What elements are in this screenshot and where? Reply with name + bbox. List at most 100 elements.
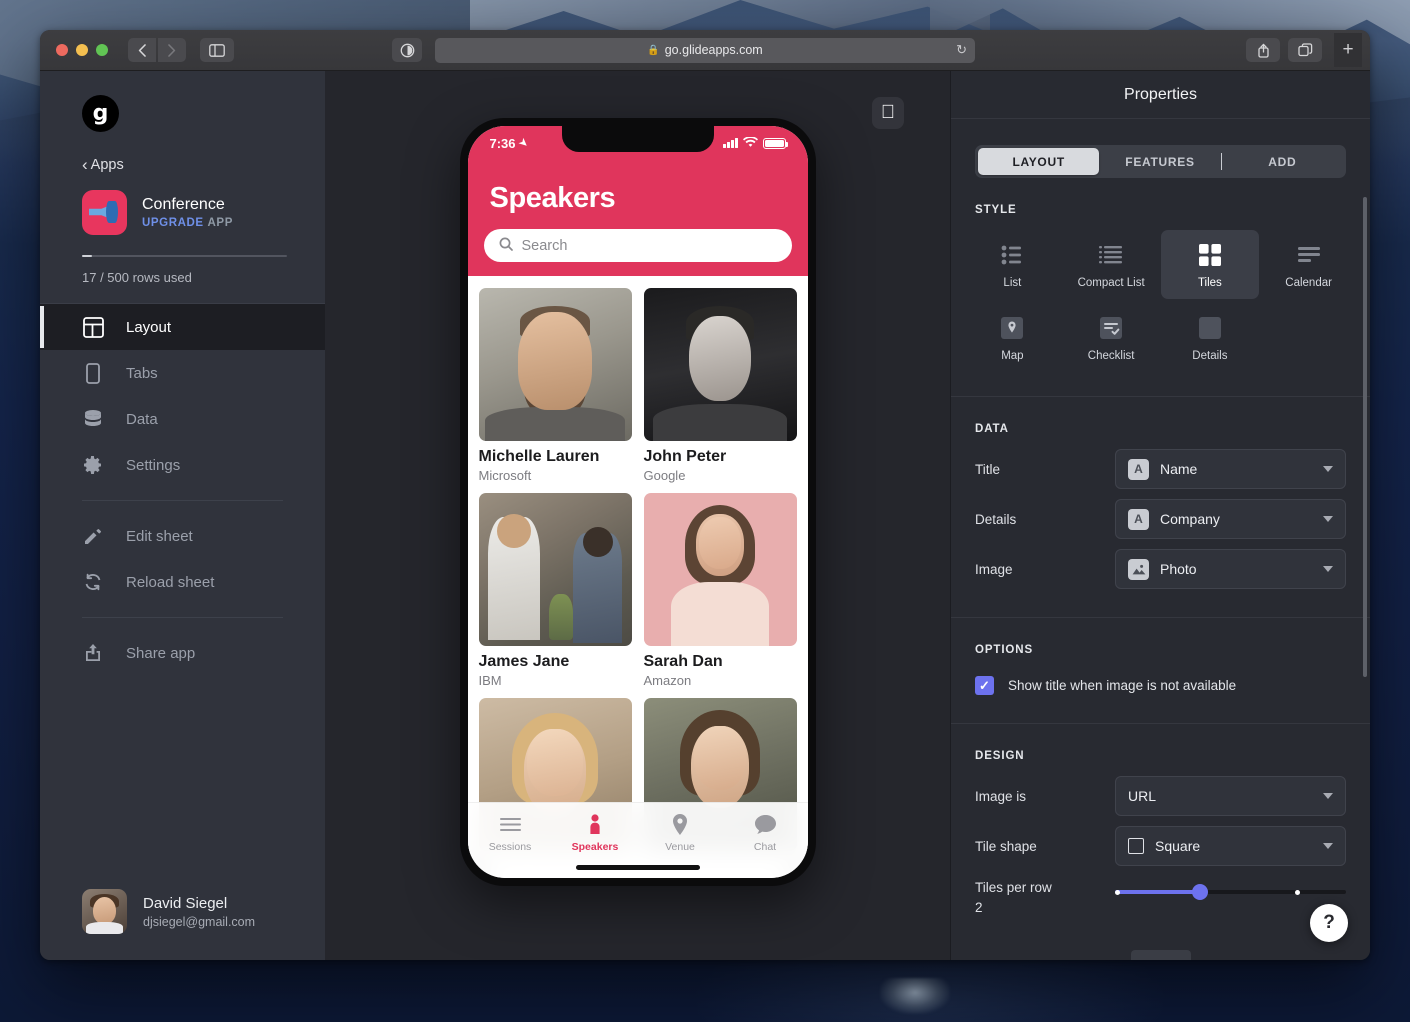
- tab-chat[interactable]: Chat: [723, 813, 808, 853]
- sidebar-item-edit-sheet[interactable]: Edit sheet: [40, 513, 325, 559]
- slider-value: 2: [975, 900, 1115, 915]
- list-item[interactable]: John Peter Google: [644, 288, 797, 483]
- refresh-icon: [82, 572, 104, 592]
- slider-handle[interactable]: [1192, 884, 1208, 900]
- details-icon: [1199, 315, 1221, 341]
- list-icon: [1001, 242, 1023, 268]
- image-is-select[interactable]: URL: [1115, 776, 1346, 816]
- window-controls: [56, 44, 108, 56]
- sidebar-item-label: Share app: [126, 645, 195, 662]
- upgrade-app-link[interactable]: UPGRADE APP: [142, 217, 233, 229]
- list-item[interactable]: Michelle Lauren Microsoft: [479, 288, 632, 483]
- style-option-checklist[interactable]: Checklist: [1062, 303, 1161, 372]
- close-window-button[interactable]: [56, 44, 68, 56]
- speaker-name: James Jane: [479, 653, 632, 671]
- tab-sessions[interactable]: Sessions: [468, 813, 553, 853]
- app-name: Conference: [142, 196, 233, 214]
- upgrade-word: UPGRADE: [142, 217, 204, 229]
- sidebar-item-data[interactable]: Data: [40, 396, 325, 442]
- slider-stop-min: [1115, 890, 1120, 895]
- current-app-row[interactable]: Conference UPGRADE APP: [82, 190, 325, 235]
- design-section-label: DESIGN: [975, 750, 1370, 762]
- browser-window: 🔒 go.glideapps.com ↻ + g ‹ Apps: [40, 30, 1370, 960]
- share-icon[interactable]: [1246, 38, 1280, 62]
- checklist-icon: [1100, 315, 1122, 341]
- list-item[interactable]: Sarah Dan Amazon: [644, 493, 797, 688]
- chevron-down-icon: [1323, 516, 1333, 522]
- panel-scrollbar[interactable]: [1363, 197, 1367, 677]
- section-divider-data-options: [951, 617, 1370, 618]
- apple-logo-icon[interactable]: : [872, 97, 904, 129]
- back-to-apps-link[interactable]: ‹ Apps: [82, 156, 325, 173]
- tiles-per-row-slider[interactable]: [1115, 890, 1346, 894]
- style-option-list[interactable]: List: [963, 230, 1062, 299]
- details-column-select[interactable]: A Company: [1115, 499, 1346, 539]
- style-options-grid: List Compact List Tiles: [963, 230, 1358, 372]
- slider-fill: [1115, 890, 1200, 894]
- text-column-icon: A: [1128, 459, 1149, 480]
- sidebar-toggle-icon[interactable]: [200, 38, 234, 62]
- image-column-select[interactable]: Photo: [1115, 549, 1346, 589]
- style-option-calendar[interactable]: Calendar: [1259, 230, 1358, 299]
- maximize-window-button[interactable]: [96, 44, 108, 56]
- style-option-label: List: [1003, 277, 1021, 289]
- minimize-window-button[interactable]: [76, 44, 88, 56]
- speaker-tiles-grid: Michelle Lauren Microsoft John Peter Goo…: [468, 276, 808, 858]
- tab-venue[interactable]: Venue: [638, 813, 723, 853]
- help-button[interactable]: ?: [1310, 904, 1348, 942]
- app-sidebar: g ‹ Apps Conference UPGRADE APP 17 /: [40, 71, 325, 960]
- address-bar[interactable]: 🔒 go.glideapps.com ↻: [435, 38, 975, 63]
- tab-speakers[interactable]: Speakers: [553, 813, 638, 853]
- reload-icon[interactable]: ↻: [956, 42, 967, 58]
- show-title-checkbox-row[interactable]: ✓ Show title when image is not available: [975, 676, 1346, 695]
- tiles-icon: [1199, 242, 1221, 268]
- sidebar-item-tabs[interactable]: Tabs: [40, 350, 325, 396]
- user-profile-row[interactable]: David Siegel djsiegel@gmail.com: [82, 889, 325, 934]
- select-value: Name: [1160, 461, 1197, 477]
- sidebar-item-label: Reload sheet: [126, 574, 214, 591]
- reader-view-icon[interactable]: [392, 38, 422, 62]
- glide-logo-icon[interactable]: g: [82, 95, 119, 132]
- back-button[interactable]: [128, 38, 156, 62]
- user-name: David Siegel: [143, 895, 255, 912]
- style-option-label: Calendar: [1285, 277, 1332, 289]
- style-option-map[interactable]: Map: [963, 303, 1062, 372]
- forward-button[interactable]: [158, 38, 186, 62]
- tab-add[interactable]: ADD: [1222, 148, 1343, 175]
- speaker-name: Michelle Lauren: [479, 448, 632, 466]
- field-label: Tile shape: [975, 839, 1115, 854]
- list-lines-icon: [500, 813, 521, 835]
- user-email: djsiegel@gmail.com: [143, 915, 255, 929]
- tab-layout[interactable]: LAYOUT: [978, 148, 1099, 175]
- new-tab-button[interactable]: +: [1334, 33, 1362, 67]
- app-page: g ‹ Apps Conference UPGRADE APP 17 /: [40, 71, 1370, 960]
- sidebar-section-divider-2: [82, 617, 283, 618]
- style-option-compact-list[interactable]: Compact List: [1062, 230, 1161, 299]
- tab-features[interactable]: FEATURES: [1099, 148, 1220, 175]
- style-option-details[interactable]: Details: [1161, 303, 1260, 372]
- style-option-tiles[interactable]: Tiles: [1161, 230, 1260, 299]
- style-option-label: Checklist: [1088, 350, 1135, 362]
- search-input[interactable]: Search: [484, 229, 792, 262]
- person-icon: [587, 813, 603, 835]
- slider-label-group: Tiles per row 2: [975, 880, 1115, 915]
- speaker-company: Microsoft: [479, 468, 632, 483]
- sidebar-item-reload-sheet[interactable]: Reload sheet: [40, 559, 325, 605]
- checkbox-checked-icon[interactable]: ✓: [975, 676, 994, 695]
- panel-bottom-control[interactable]: [1131, 950, 1191, 960]
- sidebar-item-label: Layout: [126, 319, 171, 336]
- list-item[interactable]: James Jane IBM: [479, 493, 632, 688]
- section-divider-style-data: [951, 396, 1370, 397]
- share-up-icon: [82, 643, 104, 663]
- title-column-select[interactable]: A Name: [1115, 449, 1346, 489]
- sidebar-item-layout[interactable]: Layout: [40, 304, 325, 350]
- field-tile-shape: Tile shape Square: [975, 826, 1346, 866]
- tiles-per-row-row: Tiles per row 2: [975, 880, 1346, 915]
- cellular-bars-icon: [723, 138, 738, 148]
- sidebar-item-label: Data: [126, 411, 158, 428]
- show-tabs-icon[interactable]: [1288, 38, 1322, 62]
- sidebar-item-settings[interactable]: Settings: [40, 442, 325, 488]
- phone-mockup: 7:36 ➤ Speakers: [460, 118, 816, 886]
- tile-shape-select[interactable]: Square: [1115, 826, 1346, 866]
- sidebar-item-share-app[interactable]: Share app: [40, 630, 325, 676]
